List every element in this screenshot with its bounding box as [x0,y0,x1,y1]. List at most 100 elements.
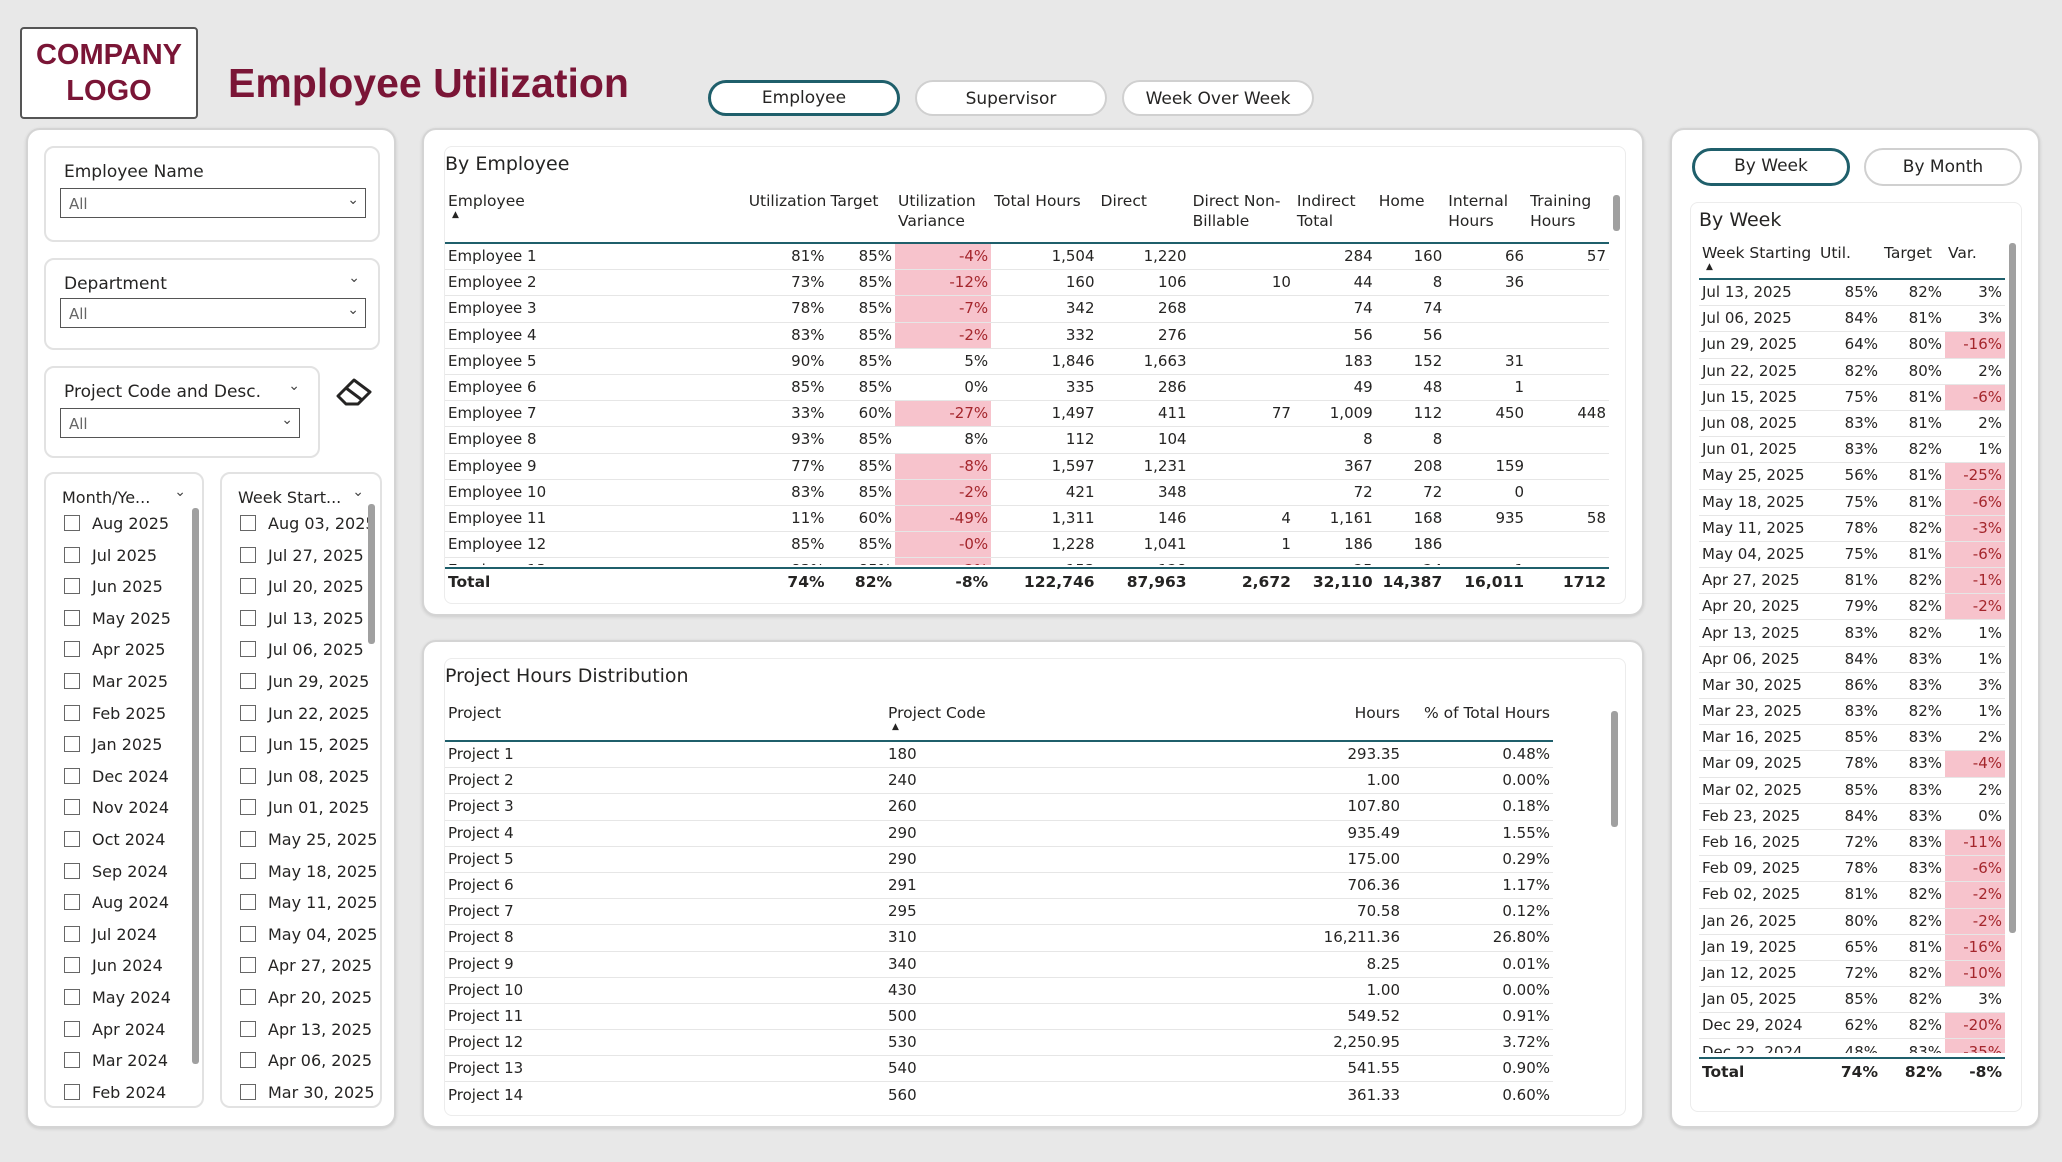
column-header[interactable]: Direct Non-Billable [1190,191,1294,243]
month-year-option[interactable]: Jul 2024 [64,925,157,949]
table-row[interactable]: Feb 16, 2025 72% 83% -11% [1699,829,2005,857]
table-row[interactable]: Jun 29, 2025 64% 80% -16% [1699,331,2005,359]
week-start-option[interactable]: Jun 22, 2025 [240,704,369,728]
column-header[interactable]: Week Starting ▲ [1699,243,1817,279]
column-header[interactable]: Home [1376,191,1446,243]
scrollbar[interactable] [192,508,199,1064]
checkbox[interactable] [240,989,256,1005]
checkbox[interactable] [240,673,256,689]
month-year-option[interactable]: May 2024 [64,988,171,1012]
eraser-icon[interactable] [334,374,376,410]
project-code-dropdown[interactable]: All ⌄ [60,408,300,438]
month-year-option[interactable]: Mar 2025 [64,672,168,696]
toggle-by-month[interactable]: By Month [1864,148,2022,186]
table-row[interactable]: Project 5 290 175.00 0.29% [445,846,1553,873]
table-row[interactable]: Mar 30, 2025 86% 83% 3% [1699,672,2005,700]
week-start-option[interactable]: Jun 01, 2025 [240,798,369,822]
table-row[interactable]: Employee 2 73% 85% -12% 160 106 10 44 8 36 [445,269,1609,297]
table-row[interactable]: Apr 20, 2025 79% 82% -2% [1699,593,2005,621]
table-row[interactable]: Dec 29, 2024 62% 82% -20% [1699,1012,2005,1040]
week-start-option[interactable]: May 25, 2025 [240,830,377,854]
column-header[interactable]: Employee ▲ [445,191,746,243]
table-row[interactable]: Jun 01, 2025 83% 82% 1% [1699,436,2005,464]
table-row[interactable]: Mar 09, 2025 78% 83% -4% [1699,750,2005,778]
table-row[interactable]: May 25, 2025 56% 81% -25% [1699,462,2005,490]
table-row[interactable]: May 11, 2025 78% 82% -3% [1699,515,2005,542]
column-header[interactable]: Target [828,191,896,243]
week-start-option[interactable]: Apr 20, 2025 [240,988,372,1012]
checkbox[interactable] [64,957,80,974]
column-header[interactable]: Var. [1945,243,2005,279]
column-header[interactable]: Target [1881,243,1945,279]
checkbox[interactable] [240,925,256,942]
month-year-option[interactable]: Jun 2025 [64,577,163,601]
table-row[interactable]: Employee 3 78% 85% -7% 342 268 74 74 [445,295,1609,323]
month-year-option[interactable]: Nov 2024 [64,798,169,822]
table-row[interactable]: Jul 06, 2025 84% 81% 3% [1699,305,2005,333]
month-year-option[interactable]: Sep 2024 [64,862,168,886]
checkbox[interactable] [240,641,256,658]
table-row[interactable]: Jun 15, 2025 75% 81% -6% [1699,384,2005,411]
table-row[interactable]: Project 11 500 549.52 0.91% [445,1003,1553,1031]
week-start-option[interactable]: Jun 15, 2025 [240,735,369,759]
table-row[interactable]: Jun 08, 2025 83% 81% 2% [1699,410,2005,438]
column-header[interactable]: Hours [1245,703,1403,741]
checkbox[interactable] [64,925,80,942]
tab-week-over-week[interactable]: Week Over Week [1122,80,1314,116]
table-row[interactable]: Project 13 540 541.55 0.90% [445,1055,1553,1083]
week-start-option[interactable]: Apr 27, 2025 [240,956,372,980]
month-year-option[interactable]: Jun 2024 [64,956,163,980]
table-row[interactable]: Feb 23, 2025 84% 83% 0% [1699,803,2005,830]
checkbox[interactable] [240,578,256,595]
column-header[interactable]: Training Hours [1527,191,1609,243]
checkbox[interactable] [240,1083,256,1100]
table-row[interactable]: Mar 16, 2025 85% 83% 2% [1699,724,2005,752]
column-header[interactable]: Utilization Variance [895,191,991,243]
month-year-option[interactable]: Apr 2024 [64,1020,165,1044]
table-row[interactable]: Mar 23, 2025 83% 82% 1% [1699,698,2005,726]
month-year-option[interactable]: May 2025 [64,609,171,633]
week-start-option[interactable]: May 18, 2025 [240,862,377,886]
table-row[interactable]: May 18, 2025 75% 81% -6% [1699,489,2005,516]
table-row[interactable]: Apr 27, 2025 81% 82% -1% [1699,567,2005,595]
table-row[interactable]: Jan 05, 2025 85% 82% 3% [1699,986,2005,1014]
checkbox[interactable] [240,704,256,721]
department-dropdown[interactable]: All ⌄ [60,298,366,328]
month-year-option[interactable]: Feb 2025 [64,704,166,728]
column-header[interactable]: Indirect Total [1294,191,1376,243]
table-row[interactable]: Project 6 291 706.36 1.17% [445,872,1553,900]
table-row[interactable]: Employee 11 11% 60% -49% 1,311 146 4 1,161 168 93… [445,505,1609,533]
table-row[interactable]: Apr 06, 2025 84% 83% 1% [1699,646,2005,673]
checkbox[interactable] [64,989,80,1005]
tab-supervisor[interactable]: Supervisor [915,80,1107,116]
checkbox[interactable] [64,515,80,531]
month-year-option[interactable]: Jan 2025 [64,735,162,759]
scrollbar[interactable] [2009,243,2016,933]
checkbox[interactable] [240,1052,256,1069]
month-year-option[interactable]: Jul 2025 [64,546,157,570]
week-start-option[interactable]: May 04, 2025 [240,925,377,949]
week-start-option[interactable]: May 11, 2025 [240,893,377,917]
table-row[interactable]: Jul 13, 2025 85% 82% 3% [1699,279,2005,307]
week-start-option[interactable]: Aug 03, 2025 [240,514,376,538]
checkbox[interactable] [64,862,80,879]
toggle-by-week[interactable]: By Week [1692,148,1850,186]
checkbox[interactable] [240,515,256,531]
column-header[interactable]: % of Total Hours [1403,703,1553,741]
month-year-option[interactable]: Aug 2025 [64,514,169,538]
checkbox[interactable] [240,767,256,784]
table-row[interactable]: May 04, 2025 75% 81% -6% [1699,541,2005,569]
employee-name-dropdown[interactable]: All ⌄ [60,188,366,218]
month-year-option[interactable]: Apr 2025 [64,640,165,664]
table-row[interactable]: Employee 4 83% 85% -2% 332 276 56 56 [445,322,1609,349]
week-start-option[interactable]: Jun 29, 2025 [240,672,369,696]
week-start-option[interactable]: Jul 27, 2025 [240,546,364,570]
checkbox[interactable] [64,578,80,595]
checkbox[interactable] [64,831,80,847]
table-row[interactable]: Project 12 530 2,250.95 3.72% [445,1029,1553,1057]
checkbox[interactable] [240,546,256,563]
table-row[interactable]: Employee 12 85% 85% -0% 1,228 1,041 1 186 186 [445,531,1609,559]
week-start-option[interactable]: Apr 06, 2025 [240,1051,372,1075]
week-start-option[interactable]: Jun 08, 2025 [240,767,369,791]
scrollbar[interactable] [1611,711,1618,827]
